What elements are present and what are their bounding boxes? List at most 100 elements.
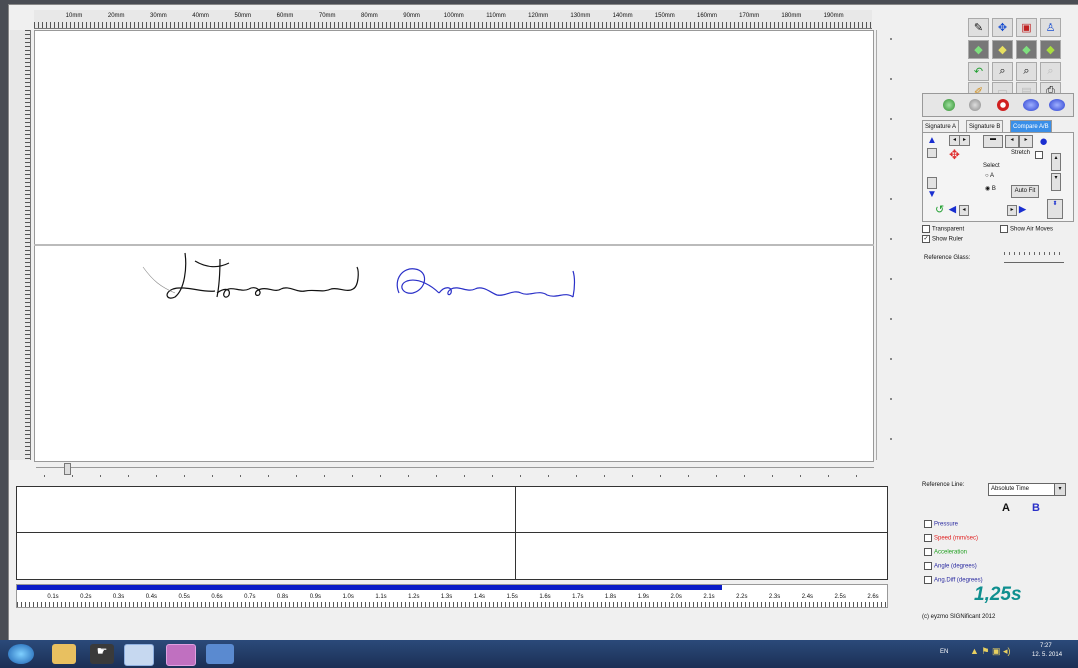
play-blue-2-icon[interactable] bbox=[1049, 99, 1065, 111]
channel-label: Angle (degrees) bbox=[934, 563, 977, 570]
paint-icon[interactable] bbox=[124, 644, 154, 666]
undo-icon[interactable]: ↶ bbox=[968, 62, 989, 81]
vertical-adjust-button[interactable]: ⬍ bbox=[1047, 199, 1063, 219]
scroll-up-button[interactable]: ▴ bbox=[1051, 153, 1061, 171]
shift-left-button[interactable]: ◂ bbox=[1005, 135, 1019, 148]
zoom-in-icon[interactable]: ⌕ bbox=[992, 62, 1013, 81]
timeline-label: 0.4s bbox=[145, 594, 158, 600]
timeline-label: 0.9s bbox=[309, 594, 322, 600]
channel-acceleration[interactable]: Acceleration bbox=[924, 548, 967, 556]
show-air-moves-option[interactable]: Show Air Moves bbox=[1000, 225, 1053, 233]
channel-checkbox[interactable] bbox=[924, 562, 932, 570]
record-icon[interactable] bbox=[997, 99, 1009, 111]
circle-tool-icon[interactable]: ● bbox=[1039, 133, 1048, 150]
show-ruler-checkbox[interactable]: ✓ bbox=[922, 235, 930, 243]
timeline-label: 2.2s bbox=[736, 594, 748, 600]
channel-checkbox[interactable] bbox=[924, 534, 932, 542]
resize-arrows-icon[interactable]: ✥ bbox=[949, 147, 960, 163]
stretch-checkbox[interactable] bbox=[1035, 151, 1043, 159]
vertical-scroll-area[interactable] bbox=[876, 30, 889, 460]
channel-pressure[interactable]: Pressure bbox=[924, 520, 958, 528]
timeline-label: 1.5s bbox=[506, 594, 518, 600]
clock-date[interactable]: 12. 5. 2014 bbox=[1032, 652, 1062, 658]
signature-tabs: Signature A Signature B Compare A/B bbox=[922, 120, 1072, 134]
timeline[interactable]: 0.1s 0.2s 0.3s 0.4s 0.5s 0.6s 0.7s 0.8s 0.9s 1.0s… bbox=[16, 584, 888, 608]
reference-glass-slider[interactable] bbox=[1004, 252, 1064, 263]
signature-app-icon[interactable] bbox=[206, 644, 234, 664]
reference-line-select[interactable]: Absolute Time ▾ bbox=[988, 483, 1066, 496]
channel-angle[interactable]: Angle (degrees) bbox=[924, 562, 977, 570]
timeline-label: 2.3s bbox=[768, 594, 781, 600]
timeline-ticks bbox=[17, 602, 887, 607]
cube-view-icon[interactable]: ◆ bbox=[1016, 40, 1037, 59]
ruler-label: 110mm bbox=[486, 13, 506, 19]
shift-right-button[interactable]: ▸ bbox=[1019, 135, 1033, 148]
channel-label: Speed (mm/sec) bbox=[934, 535, 979, 542]
timeline-label: 2.6s bbox=[867, 594, 879, 600]
timeline-label: 1.2s bbox=[408, 594, 420, 600]
column-b-header: B bbox=[1032, 502, 1040, 514]
position-slider[interactable] bbox=[34, 463, 874, 479]
tray-icons[interactable]: ▲ ⚑ ▣ ◂) bbox=[970, 646, 1011, 657]
stop-green-icon[interactable] bbox=[943, 99, 955, 111]
dynamics-graph bbox=[16, 486, 888, 580]
zoom-out-icon[interactable]: ⌕ bbox=[1016, 62, 1037, 81]
stretch-label: Stretch bbox=[1011, 150, 1031, 156]
media-player-icon[interactable]: ☛ bbox=[90, 644, 114, 664]
up-arrow-icon[interactable]: ▲ bbox=[927, 135, 937, 146]
file-explorer-icon[interactable] bbox=[52, 644, 76, 664]
pan-left-button[interactable]: ◂ bbox=[959, 205, 969, 216]
option-b-label: B bbox=[991, 186, 996, 192]
cube-green-icon[interactable]: ◆ bbox=[968, 40, 989, 59]
baseline-separator bbox=[34, 244, 874, 246]
play-blue-icon[interactable] bbox=[1023, 99, 1039, 111]
slider-track bbox=[36, 467, 874, 468]
left-arrow-icon[interactable]: ◀ bbox=[949, 204, 956, 215]
cube-yellow-icon[interactable]: ◆ bbox=[992, 40, 1013, 59]
down-arrow-icon[interactable]: ▼ bbox=[927, 189, 937, 200]
timeline-label: 1.1s bbox=[375, 594, 387, 600]
transparent-checkbox[interactable] bbox=[922, 225, 930, 233]
chevron-down-icon[interactable]: ▾ bbox=[1054, 484, 1065, 495]
transparent-option[interactable]: Transparent bbox=[922, 225, 964, 233]
signature-tool-icon[interactable]: ✎ bbox=[968, 18, 989, 37]
line-tool-button[interactable]: ▬ bbox=[983, 135, 1003, 148]
column-a-header: A bbox=[1002, 502, 1010, 514]
auto-fit-button[interactable]: Auto Fit bbox=[1011, 185, 1039, 198]
person-icon[interactable]: ♙ bbox=[1040, 18, 1061, 37]
pan-right-button[interactable]: ▸ bbox=[1007, 205, 1017, 216]
channel-checkbox[interactable] bbox=[924, 520, 932, 528]
channel-angle-diff[interactable]: Ang.Diff (degrees) bbox=[924, 576, 983, 584]
lock-app-icon[interactable] bbox=[166, 644, 196, 666]
right-nudge-button[interactable]: ▸ bbox=[959, 135, 970, 146]
slider-thumb[interactable] bbox=[64, 463, 71, 475]
scroll-down-button[interactable]: ▾ bbox=[1051, 173, 1061, 191]
start-orb-icon[interactable] bbox=[8, 644, 34, 664]
ruler-label: 160mm bbox=[696, 13, 718, 19]
timeline-label: 1.4s bbox=[473, 594, 486, 600]
reset-icon[interactable]: ↺ bbox=[935, 203, 944, 216]
step-down-button[interactable] bbox=[927, 177, 937, 189]
timeline-label: 2.1s bbox=[703, 594, 715, 600]
select-label: Select bbox=[983, 163, 1000, 169]
right-arrow-icon[interactable]: ▶ bbox=[1019, 204, 1026, 215]
clipboard-icon[interactable]: ▣ bbox=[1016, 18, 1037, 37]
option-b[interactable]: ◉ B bbox=[985, 185, 996, 192]
option-a[interactable]: ○ A bbox=[985, 173, 994, 179]
channel-checkbox[interactable] bbox=[924, 548, 932, 556]
channel-speed[interactable]: Speed (mm/sec) bbox=[924, 534, 978, 542]
cube-light-icon[interactable]: ◆ bbox=[1040, 40, 1061, 59]
channel-label: Pressure bbox=[934, 521, 959, 528]
stop-grey-icon[interactable] bbox=[969, 99, 981, 111]
clock-time[interactable]: 7:27 bbox=[1040, 643, 1052, 649]
signature-canvas[interactable] bbox=[34, 30, 874, 462]
show-ruler-option[interactable]: ✓ Show Ruler bbox=[922, 235, 963, 243]
channel-checkbox[interactable] bbox=[924, 576, 932, 584]
show-air-moves-checkbox[interactable] bbox=[1000, 225, 1008, 233]
move-icon[interactable]: ✥ bbox=[992, 18, 1013, 37]
language-indicator[interactable]: EN bbox=[940, 649, 948, 655]
step-up-button[interactable] bbox=[927, 148, 937, 158]
slider-ticks bbox=[44, 475, 864, 477]
timeline-label: 2.4s bbox=[801, 594, 814, 600]
timeline-label: 0.1s bbox=[47, 594, 59, 600]
